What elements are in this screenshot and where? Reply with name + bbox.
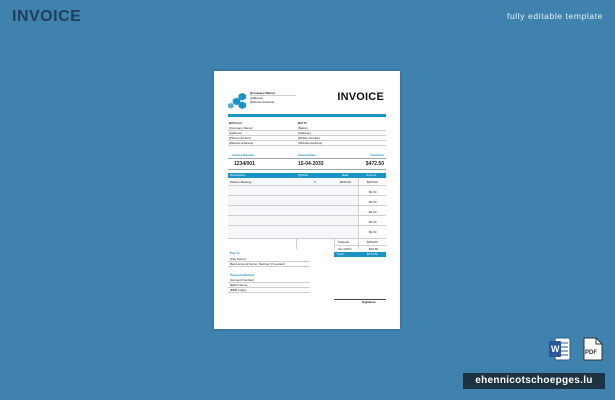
tax-value: $22.50 [369, 247, 379, 251]
total-label: Total [334, 252, 358, 257]
page-tagline: fully editable template [506, 11, 603, 21]
table-row-divider [228, 205, 386, 206]
bill-from-label: Bill From [229, 121, 243, 125]
empty-amount: $0.00 [369, 200, 377, 204]
bill-to-label: Bill To [298, 121, 307, 125]
empty-amount: $0.00 [369, 230, 377, 234]
subtotal-value: $450.00 [367, 240, 378, 244]
company-logo-icon [228, 92, 247, 110]
payment-method-label: Payment Method [230, 273, 255, 277]
item-amount: $450.00 [367, 180, 378, 184]
invoice-number-value: 1234/001 [234, 161, 255, 167]
pdf-file-icon[interactable]: PDF [583, 337, 603, 361]
empty-amount: $0.00 [369, 210, 377, 214]
items-table-body [228, 178, 358, 238]
signature-line [334, 299, 386, 300]
table-row-divider [228, 195, 386, 196]
tax-label: Tax (20%) [338, 247, 352, 251]
invoice-date-label: Invoice Date [298, 153, 316, 157]
pdf-label: PDF [585, 350, 597, 356]
item-qty: 2 [314, 180, 316, 184]
word-letter: W [551, 344, 560, 354]
total-due-label: Total Due [370, 153, 384, 157]
divider [228, 158, 386, 159]
divider [228, 140, 386, 141]
empty-amount: $0.00 [369, 220, 377, 224]
signature-label: Signature [362, 300, 376, 304]
divider [228, 292, 310, 293]
invoice-document: [Company Name] [Address] [Website Addres… [228, 89, 386, 321]
table-row-divider [228, 238, 386, 239]
word-file-icon[interactable]: W [549, 337, 571, 361]
accent-bar [228, 114, 386, 117]
item-description: Partner Meeting [230, 180, 252, 184]
invoice-date-value: 15-04-2033 [298, 161, 324, 167]
invoice-preview-sheet[interactable]: [Company Name] [Address] [Website Addres… [214, 71, 400, 329]
pay-to-label: Pay To [230, 251, 240, 255]
empty-amount: $0.00 [369, 190, 377, 194]
table-row-divider [228, 215, 386, 216]
divider [228, 266, 310, 267]
invoice-title: INVOICE [337, 91, 384, 103]
divider [228, 145, 386, 146]
invoice-number-label: Invoice Number [232, 153, 255, 157]
total-value: $472.50 [358, 252, 386, 257]
site-watermark[interactable]: ehennicotschoepges.lu [463, 373, 605, 389]
amount-column-header: Amount [366, 173, 377, 177]
item-rate: $220.00 [340, 180, 351, 184]
divider [228, 169, 386, 170]
total-due-value: $472.50 [365, 161, 384, 167]
divider [228, 135, 386, 136]
divider [334, 245, 386, 246]
table-row-divider [228, 185, 386, 186]
table-row-divider [228, 225, 386, 226]
page-headline: INVOICE [12, 8, 82, 25]
divider [228, 130, 386, 131]
company-website: [Website Address] [250, 100, 275, 104]
subtotal-label: Subtotal [338, 240, 350, 244]
